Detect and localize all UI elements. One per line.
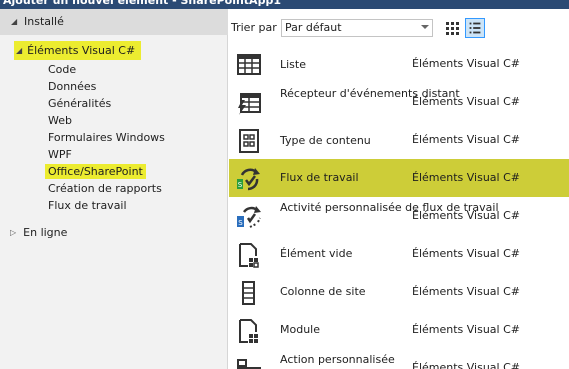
template-row-recepteur-evenements[interactable]: Récepteur d'événements distant Éléments … [229, 83, 569, 121]
list-icon [237, 54, 261, 75]
tree-root-visual-csharp[interactable]: ◢ Éléments Visual C# [14, 41, 142, 60]
workflow-icon: S [237, 168, 260, 191]
custom-action-icon [237, 359, 261, 369]
tree-item-office-sharepoint[interactable]: Office/SharePoint [45, 164, 146, 179]
template-name: Action personnalisée [280, 353, 395, 366]
template-name: Élément vide [280, 247, 353, 260]
chevron-down-icon [421, 25, 429, 29]
template-name: Liste [280, 58, 306, 71]
site-column-icon [242, 281, 255, 305]
sort-toolbar: Trier par : Par défaut [229, 9, 569, 40]
content-type-icon [239, 129, 259, 153]
expand-arrow-icon[interactable]: ◢ [16, 46, 22, 55]
tree-item-code[interactable]: Code [48, 62, 76, 77]
list-view-icon[interactable] [465, 18, 485, 38]
sort-label: Trier par : [231, 21, 284, 34]
tree-item-wpf[interactable]: WPF [48, 147, 72, 162]
module-icon [239, 319, 258, 343]
template-category: Éléments Visual C# [412, 171, 521, 184]
template-category: Éléments Visual C# [412, 247, 521, 260]
tree-item-flux-de-travail[interactable]: Flux de travail [48, 198, 127, 213]
template-name: Colonne de site [280, 285, 366, 298]
tree-item-generalites[interactable]: Généralités [48, 96, 111, 111]
template-name: Module [280, 323, 320, 336]
tree-item-formulaires-windows[interactable]: Formulaires Windows [48, 130, 165, 145]
sort-dropdown[interactable]: Par défaut [281, 19, 433, 37]
template-category: Éléments Visual C# [412, 95, 521, 108]
tree-item-donnees[interactable]: Données [48, 79, 96, 94]
workflow-activity-icon: S [237, 206, 261, 228]
title-bar: Ajouter un nouvel élément - SharePointAp… [0, 0, 569, 9]
template-category: Éléments Visual C# [412, 133, 521, 146]
template-row-module[interactable]: Module Éléments Visual C# [229, 311, 569, 349]
template-category: Éléments Visual C# [412, 209, 521, 222]
template-row-activite-personnalisee[interactable]: S Activité personnalisée de flux de trav… [229, 197, 569, 235]
tree-item-en-ligne[interactable]: ▷ En ligne [10, 225, 67, 240]
installed-label: Installé [24, 15, 64, 28]
template-row-colonne-de-site[interactable]: Colonne de site Éléments Visual C# [229, 273, 569, 311]
svg-text:S: S [238, 219, 243, 227]
sidebar: ◢ Installé ◢ Éléments Visual C# Code Don… [0, 9, 228, 369]
expand-right-icon[interactable]: ▷ [10, 228, 16, 237]
template-row-flux-de-travail[interactable]: S Flux de travail Éléments Visual C# [229, 159, 569, 197]
window-title: Ajouter un nouvel élément - SharePointAp… [3, 0, 281, 7]
empty-element-icon [239, 243, 259, 268]
tree-item-web[interactable]: Web [48, 113, 72, 128]
template-row-action-personnalisee[interactable]: Action personnalisée Éléments Visual C# [229, 349, 569, 369]
template-name: Type de contenu [280, 134, 371, 147]
event-receiver-icon [238, 93, 261, 115]
template-category: Éléments Visual C# [412, 285, 521, 298]
template-category: Éléments Visual C# [412, 57, 521, 70]
online-label: En ligne [23, 226, 68, 239]
template-name: Flux de travail [280, 171, 359, 184]
grid-view-icon[interactable] [443, 19, 461, 37]
tree-item-creation-rapports[interactable]: Création de rapports [48, 181, 162, 196]
template-category: Éléments Visual C# [412, 323, 521, 336]
collapse-arrow-icon[interactable]: ◢ [11, 17, 17, 26]
template-row-element-vide[interactable]: Élément vide Éléments Visual C# [229, 235, 569, 273]
template-category: Éléments Visual C# [412, 361, 521, 369]
svg-text:S: S [238, 181, 243, 189]
sort-value: Par défaut [285, 21, 342, 34]
template-row-type-de-contenu[interactable]: Type de contenu Éléments Visual C# [229, 121, 569, 159]
tree-root-label: Éléments Visual C# [27, 44, 136, 57]
installed-header[interactable]: ◢ Installé [0, 9, 228, 35]
template-row-liste[interactable]: Liste Éléments Visual C# [229, 45, 569, 83]
